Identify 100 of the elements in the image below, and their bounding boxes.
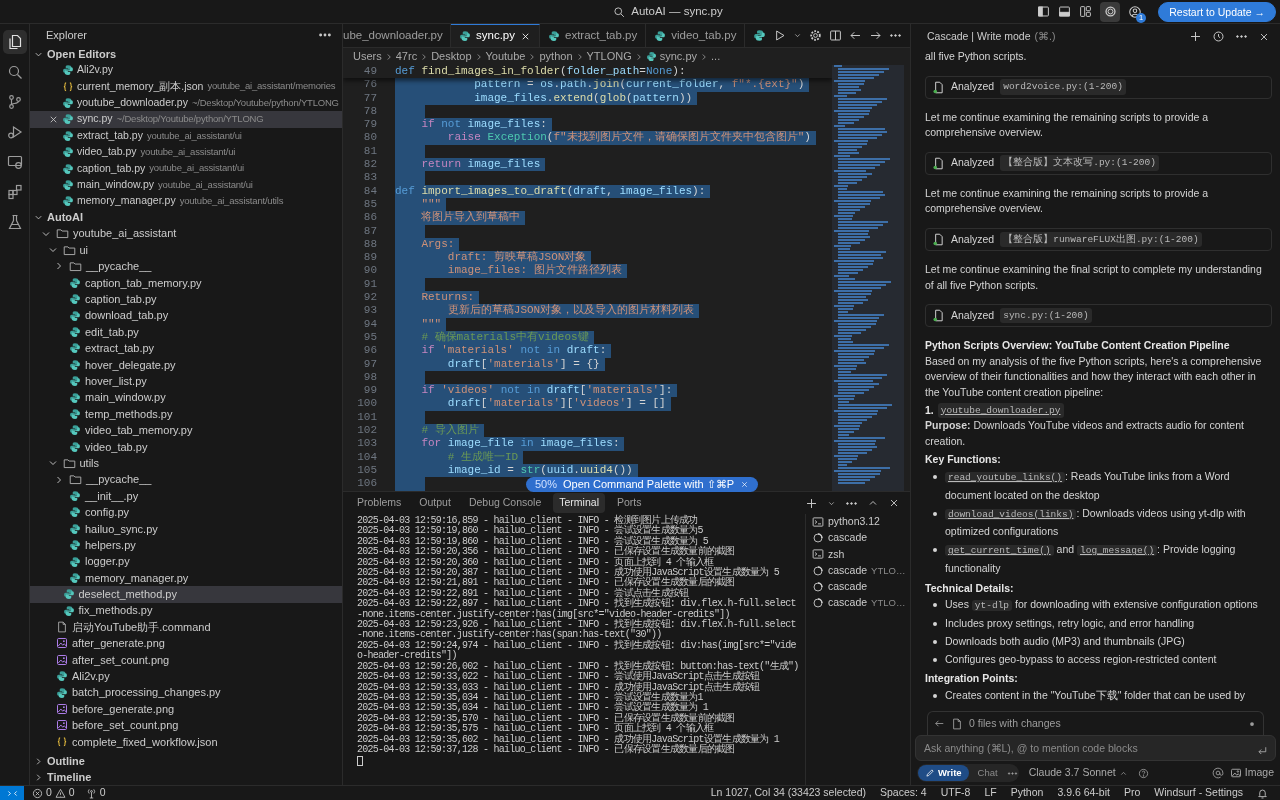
tree-item[interactable]: caption_tab_memory.py [30, 274, 342, 292]
tree-item[interactable]: complete_fixed_workflow.json [30, 733, 342, 750]
section-header[interactable]: AutoAI [30, 209, 342, 226]
status-item[interactable]: Ln 1027, Col 34 (33423 selected) [710, 785, 866, 800]
forward-arrow-icon[interactable] [869, 29, 882, 42]
layout-icon[interactable] [1079, 5, 1093, 18]
status-item[interactable]: LF [984, 785, 997, 800]
panel-tab[interactable]: Ports [610, 493, 648, 513]
breadcrumb[interactable]: sync.py [645, 48, 698, 65]
tree-item[interactable]: download_tab.py [30, 307, 342, 324]
open-editor-item[interactable]: youtube_downloader.py ~/Desktop/Youtube/python/YTLONG [30, 94, 342, 112]
section-header[interactable]: Open Editors [30, 46, 342, 62]
tree-item[interactable]: Ali2v.py [30, 668, 342, 685]
mention-icon[interactable] [1211, 767, 1224, 779]
file-reference[interactable]: sync.py:(1-200) [1000, 307, 1092, 324]
help-icon[interactable] [1137, 767, 1149, 779]
open-editor-item[interactable]: video_tab.py youtube_ai_assistant/ui [30, 143, 342, 161]
close-icon[interactable] [888, 497, 900, 509]
tree-item[interactable]: temp_methods.py [30, 405, 342, 423]
tree-item[interactable]: 启动YouTube助手.command [30, 618, 342, 636]
session-name[interactable]: cascade [828, 530, 868, 547]
session-name[interactable]: cascade [828, 578, 868, 595]
breadcrumb[interactable]: Users [353, 48, 382, 65]
update-button[interactable]: Restart to Update → [1158, 1, 1276, 22]
open-editor-item[interactable]: main_window.py youtube_ai_assistant/ui [30, 176, 342, 194]
tree-item[interactable]: memory_manager.py [30, 569, 342, 587]
python-file-icon[interactable] [753, 29, 766, 42]
panel-toggle-icon[interactable] [1058, 5, 1072, 18]
tree-item[interactable]: __init__.py [30, 487, 342, 505]
breadcrumb[interactable]: Youtube [485, 48, 526, 65]
spinner-icon[interactable] [812, 580, 824, 593]
tree-item[interactable]: after_generate.png [30, 635, 342, 652]
file-reference[interactable]: youtube_downloader.py [937, 402, 1064, 419]
status-item[interactable]: Python [1010, 785, 1044, 800]
file-reference[interactable]: 【整合版】文本改写.py:(1-200) [1000, 155, 1159, 172]
model-selector[interactable]: Claude 3.7 Sonnet [1024, 765, 1132, 781]
changes-summary[interactable]: 0 files with changes [969, 715, 1061, 732]
error-count[interactable]: 0 [46, 785, 52, 800]
open-editor-item[interactable]: sync.py ~/Desktop/Youtube/python/YTLONG [30, 111, 342, 128]
status-item[interactable]: Spaces: 4 [880, 785, 927, 800]
settings-icon[interactable] [809, 29, 822, 42]
tree-item[interactable]: video_tab.py [30, 438, 342, 455]
open-editor-item[interactable]: memory_manager.py youtube_ai_assistant/utils [30, 193, 342, 210]
panel-tab[interactable]: Terminal [553, 493, 605, 513]
tree-item[interactable]: before_set_count.png [30, 717, 342, 734]
open-editor-item[interactable]: Ali2v.py [30, 62, 342, 79]
terminal-icon[interactable] [812, 548, 824, 561]
file-reference[interactable]: 【整合版】runwareFLUX出图.py:(1-200) [1000, 231, 1202, 248]
panel-tab[interactable]: Output [413, 493, 457, 513]
tree-item[interactable]: hover_list.py [30, 373, 342, 390]
spinner-icon[interactable] [812, 564, 824, 577]
image-button[interactable]: Image [1229, 765, 1274, 781]
new-terminal-icon[interactable] [805, 496, 818, 510]
chat-input[interactable]: Ask anything (⌘L), @ to mention code blocks [915, 735, 1276, 761]
search-icon[interactable] [613, 5, 626, 18]
minimap[interactable] [832, 65, 904, 491]
run-icon[interactable] [773, 29, 786, 42]
breadcrumb[interactable]: YTLONG [586, 48, 632, 65]
tree-item[interactable]: extract_tab.py [30, 340, 342, 357]
tree-item[interactable]: main_window.py [30, 389, 342, 406]
panel-tab[interactable]: Problems [351, 493, 408, 513]
breadcrumb[interactable]: python [539, 48, 573, 65]
tree-item[interactable]: video_tab_memory.py [30, 422, 342, 439]
tree-item[interactable]: youtube_ai_assistant [30, 225, 342, 242]
split-editor-icon[interactable] [829, 29, 842, 42]
tree-item[interactable]: config.py [30, 504, 342, 521]
editor-tab[interactable]: sync.py [451, 24, 540, 47]
error-icon[interactable] [32, 787, 43, 799]
back-arrow-icon[interactable] [849, 29, 862, 42]
tree-item[interactable]: after_set_count.png [30, 651, 342, 669]
section-header[interactable]: Timeline [30, 769, 342, 785]
open-editor-item[interactable]: extract_tab.py youtube_ai_assistant/ui [30, 127, 342, 144]
ports-icon[interactable] [85, 787, 97, 799]
toast-message[interactable]: Open Command Palette with ⇧⌘P [563, 476, 735, 493]
panel-tab[interactable]: Debug Console [462, 493, 548, 513]
tree-item[interactable]: hailuo_sync.py [30, 520, 342, 537]
history-icon[interactable] [1212, 30, 1225, 43]
editor-tab[interactable]: video_tab.py [646, 24, 746, 47]
tree-item[interactable]: caption_tab.py [30, 291, 342, 308]
terminal-icon[interactable] [812, 516, 824, 529]
status-item[interactable]: UTF-8 [940, 785, 971, 800]
breadcrumb[interactable]: 47rc [395, 48, 418, 65]
remote-button[interactable] [0, 785, 24, 800]
open-editor-item[interactable]: caption_tab.py youtube_ai_assistant/ui [30, 160, 342, 177]
warning-icon[interactable] [54, 787, 66, 799]
open-editor-item[interactable]: current_memory_副本.json youtube_ai_assistant/memories [30, 78, 342, 95]
tree-item[interactable]: hover_delegate.py [30, 356, 342, 374]
cascade-toggle[interactable] [1100, 1, 1121, 22]
tree-item[interactable]: before_generate.png [30, 700, 342, 718]
chevron-down-icon[interactable] [793, 31, 802, 40]
tree-item[interactable]: deselect_method.py [30, 586, 342, 603]
tree-item[interactable]: fix_methods.py [30, 602, 342, 619]
session-name[interactable]: cascade [828, 562, 868, 579]
bell-icon[interactable] [1257, 787, 1268, 799]
session-name[interactable]: python3.12 [828, 514, 880, 530]
tree-item[interactable]: utils [30, 455, 342, 472]
status-item[interactable]: Windsurf - Settings [1154, 785, 1243, 800]
spinner-icon[interactable] [812, 597, 824, 610]
warning-count[interactable]: 0 [68, 785, 75, 800]
session-name[interactable]: zsh [828, 546, 845, 563]
